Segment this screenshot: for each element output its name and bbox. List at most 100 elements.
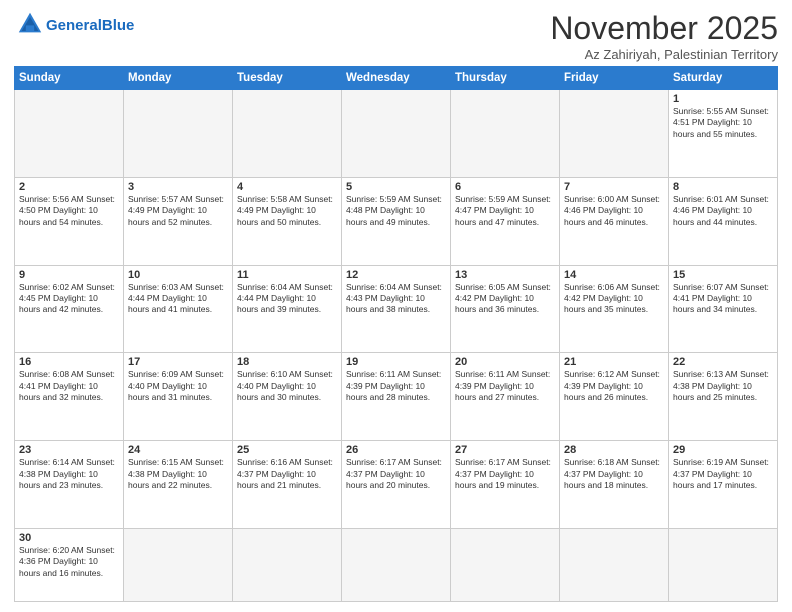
logo-blue: Blue (102, 17, 135, 34)
day-number: 8 (673, 181, 773, 193)
calendar-week-4: 23Sunrise: 6:14 AM Sunset: 4:38 PM Dayli… (15, 441, 778, 529)
day-number: 12 (346, 269, 446, 281)
calendar-cell (124, 528, 233, 601)
title-block: November 2025 Az Zahiriyah, Palestinian … (550, 10, 778, 62)
calendar-cell: 5Sunrise: 5:59 AM Sunset: 4:48 PM Daylig… (342, 177, 451, 265)
header: GeneralBlue November 2025 Az Zahiriyah, … (14, 10, 778, 62)
calendar-cell (124, 90, 233, 178)
day-info: Sunrise: 6:09 AM Sunset: 4:40 PM Dayligh… (128, 369, 228, 403)
calendar-header-row: SundayMondayTuesdayWednesdayThursdayFrid… (15, 67, 778, 90)
subtitle: Az Zahiriyah, Palestinian Territory (550, 47, 778, 62)
day-number: 22 (673, 356, 773, 368)
day-info: Sunrise: 5:57 AM Sunset: 4:49 PM Dayligh… (128, 194, 228, 228)
day-info: Sunrise: 6:08 AM Sunset: 4:41 PM Dayligh… (19, 369, 119, 403)
day-info: Sunrise: 5:58 AM Sunset: 4:49 PM Dayligh… (237, 194, 337, 228)
day-number: 21 (564, 356, 664, 368)
day-info: Sunrise: 5:56 AM Sunset: 4:50 PM Dayligh… (19, 194, 119, 228)
page: GeneralBlue November 2025 Az Zahiriyah, … (0, 0, 792, 612)
day-info: Sunrise: 6:11 AM Sunset: 4:39 PM Dayligh… (346, 369, 446, 403)
calendar-cell: 17Sunrise: 6:09 AM Sunset: 4:40 PM Dayli… (124, 353, 233, 441)
day-info: Sunrise: 6:16 AM Sunset: 4:37 PM Dayligh… (237, 457, 337, 491)
calendar-cell: 8Sunrise: 6:01 AM Sunset: 4:46 PM Daylig… (669, 177, 778, 265)
day-number: 20 (455, 356, 555, 368)
day-info: Sunrise: 6:06 AM Sunset: 4:42 PM Dayligh… (564, 282, 664, 316)
day-number: 6 (455, 181, 555, 193)
day-number: 18 (237, 356, 337, 368)
day-number: 27 (455, 444, 555, 456)
day-number: 29 (673, 444, 773, 456)
calendar-cell: 22Sunrise: 6:13 AM Sunset: 4:38 PM Dayli… (669, 353, 778, 441)
calendar-cell: 13Sunrise: 6:05 AM Sunset: 4:42 PM Dayli… (451, 265, 560, 353)
day-number: 16 (19, 356, 119, 368)
calendar-cell (669, 528, 778, 601)
day-info: Sunrise: 6:02 AM Sunset: 4:45 PM Dayligh… (19, 282, 119, 316)
calendar-cell: 14Sunrise: 6:06 AM Sunset: 4:42 PM Dayli… (560, 265, 669, 353)
day-number: 4 (237, 181, 337, 193)
calendar-cell: 4Sunrise: 5:58 AM Sunset: 4:49 PM Daylig… (233, 177, 342, 265)
calendar-week-3: 16Sunrise: 6:08 AM Sunset: 4:41 PM Dayli… (15, 353, 778, 441)
calendar-cell (451, 90, 560, 178)
calendar-cell: 7Sunrise: 6:00 AM Sunset: 4:46 PM Daylig… (560, 177, 669, 265)
calendar-cell: 29Sunrise: 6:19 AM Sunset: 4:37 PM Dayli… (669, 441, 778, 529)
calendar-cell: 1Sunrise: 5:55 AM Sunset: 4:51 PM Daylig… (669, 90, 778, 178)
calendar-header-friday: Friday (560, 67, 669, 90)
calendar-cell: 27Sunrise: 6:17 AM Sunset: 4:37 PM Dayli… (451, 441, 560, 529)
logo: GeneralBlue (14, 10, 134, 43)
day-number: 26 (346, 444, 446, 456)
calendar-cell: 9Sunrise: 6:02 AM Sunset: 4:45 PM Daylig… (15, 265, 124, 353)
calendar-header-thursday: Thursday (451, 67, 560, 90)
calendar-cell (342, 90, 451, 178)
calendar-cell: 16Sunrise: 6:08 AM Sunset: 4:41 PM Dayli… (15, 353, 124, 441)
calendar-header-wednesday: Wednesday (342, 67, 451, 90)
calendar-cell: 26Sunrise: 6:17 AM Sunset: 4:37 PM Dayli… (342, 441, 451, 529)
calendar-header-saturday: Saturday (669, 67, 778, 90)
day-info: Sunrise: 6:05 AM Sunset: 4:42 PM Dayligh… (455, 282, 555, 316)
calendar-cell: 10Sunrise: 6:03 AM Sunset: 4:44 PM Dayli… (124, 265, 233, 353)
day-number: 19 (346, 356, 446, 368)
day-info: Sunrise: 6:19 AM Sunset: 4:37 PM Dayligh… (673, 457, 773, 491)
day-info: Sunrise: 6:15 AM Sunset: 4:38 PM Dayligh… (128, 457, 228, 491)
day-number: 30 (19, 532, 119, 544)
day-number: 14 (564, 269, 664, 281)
day-number: 10 (128, 269, 228, 281)
calendar-week-2: 9Sunrise: 6:02 AM Sunset: 4:45 PM Daylig… (15, 265, 778, 353)
calendar-cell: 3Sunrise: 5:57 AM Sunset: 4:49 PM Daylig… (124, 177, 233, 265)
logo-text: GeneralBlue (46, 18, 134, 35)
day-number: 9 (19, 269, 119, 281)
calendar-header-sunday: Sunday (15, 67, 124, 90)
day-info: Sunrise: 6:04 AM Sunset: 4:43 PM Dayligh… (346, 282, 446, 316)
day-info: Sunrise: 6:14 AM Sunset: 4:38 PM Dayligh… (19, 457, 119, 491)
calendar-cell (560, 90, 669, 178)
day-info: Sunrise: 6:03 AM Sunset: 4:44 PM Dayligh… (128, 282, 228, 316)
day-number: 3 (128, 181, 228, 193)
day-info: Sunrise: 6:13 AM Sunset: 4:38 PM Dayligh… (673, 369, 773, 403)
day-info: Sunrise: 6:10 AM Sunset: 4:40 PM Dayligh… (237, 369, 337, 403)
calendar-cell (342, 528, 451, 601)
calendar-cell: 25Sunrise: 6:16 AM Sunset: 4:37 PM Dayli… (233, 441, 342, 529)
calendar-cell (560, 528, 669, 601)
day-number: 17 (128, 356, 228, 368)
calendar-cell: 6Sunrise: 5:59 AM Sunset: 4:47 PM Daylig… (451, 177, 560, 265)
day-info: Sunrise: 6:17 AM Sunset: 4:37 PM Dayligh… (346, 457, 446, 491)
day-info: Sunrise: 6:04 AM Sunset: 4:44 PM Dayligh… (237, 282, 337, 316)
calendar-cell: 20Sunrise: 6:11 AM Sunset: 4:39 PM Dayli… (451, 353, 560, 441)
calendar-cell: 19Sunrise: 6:11 AM Sunset: 4:39 PM Dayli… (342, 353, 451, 441)
day-info: Sunrise: 6:07 AM Sunset: 4:41 PM Dayligh… (673, 282, 773, 316)
calendar-cell: 2Sunrise: 5:56 AM Sunset: 4:50 PM Daylig… (15, 177, 124, 265)
day-number: 1 (673, 93, 773, 105)
calendar-cell: 28Sunrise: 6:18 AM Sunset: 4:37 PM Dayli… (560, 441, 669, 529)
calendar-cell (451, 528, 560, 601)
calendar-cell: 21Sunrise: 6:12 AM Sunset: 4:39 PM Dayli… (560, 353, 669, 441)
day-info: Sunrise: 6:17 AM Sunset: 4:37 PM Dayligh… (455, 457, 555, 491)
calendar-cell: 30Sunrise: 6:20 AM Sunset: 4:36 PM Dayli… (15, 528, 124, 601)
calendar-cell (233, 528, 342, 601)
calendar-week-1: 2Sunrise: 5:56 AM Sunset: 4:50 PM Daylig… (15, 177, 778, 265)
day-number: 24 (128, 444, 228, 456)
calendar-cell: 12Sunrise: 6:04 AM Sunset: 4:43 PM Dayli… (342, 265, 451, 353)
day-number: 23 (19, 444, 119, 456)
day-info: Sunrise: 6:00 AM Sunset: 4:46 PM Dayligh… (564, 194, 664, 228)
calendar: SundayMondayTuesdayWednesdayThursdayFrid… (14, 66, 778, 602)
calendar-cell: 15Sunrise: 6:07 AM Sunset: 4:41 PM Dayli… (669, 265, 778, 353)
logo-icon (16, 10, 44, 38)
day-info: Sunrise: 5:59 AM Sunset: 4:48 PM Dayligh… (346, 194, 446, 228)
